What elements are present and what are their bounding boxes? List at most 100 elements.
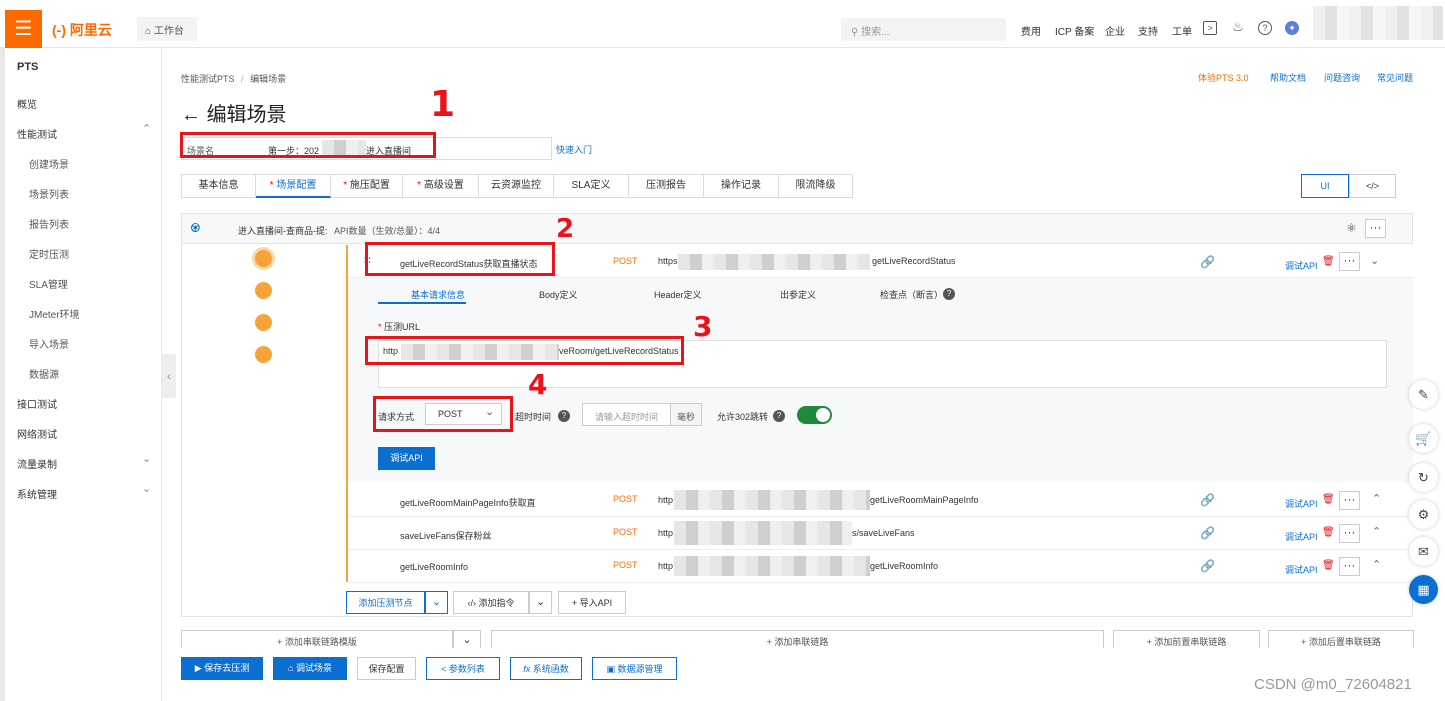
nav-support[interactable]: 支持: [1138, 23, 1158, 38]
sidebar-item-report-list[interactable]: 报告列表: [29, 216, 69, 231]
sidebar-item-import[interactable]: 导入场景: [29, 336, 69, 351]
debug-api-link[interactable]: 调试API: [1285, 259, 1318, 272]
link-icon[interactable]: 🔗: [1200, 255, 1215, 269]
help-icon[interactable]: ?: [943, 288, 955, 300]
chevron-down-icon[interactable]: ⌄: [529, 591, 552, 614]
redirect-toggle[interactable]: [797, 406, 832, 424]
tab-cloud-monitor[interactable]: 云资源监控: [479, 174, 554, 198]
tab-basic-info[interactable]: 基本信息: [181, 174, 256, 198]
nav-icp[interactable]: ICP 备案: [1055, 23, 1094, 38]
cart-icon[interactable]: 🛒: [1409, 424, 1438, 453]
sidebar-item-traffic[interactable]: 流量录制: [17, 456, 57, 471]
subtab-output[interactable]: 出参定义: [780, 288, 816, 301]
bell-icon[interactable]: ♨: [1231, 20, 1245, 35]
link-help-docs[interactable]: 帮助文档: [1270, 71, 1306, 84]
import-api-button[interactable]: + 导入API: [558, 591, 626, 614]
param-list-button[interactable]: < 参数列表: [426, 657, 500, 680]
help-icon[interactable]: ?: [1258, 21, 1272, 35]
sidebar-item-create-scene[interactable]: 创建场景: [29, 156, 69, 171]
link-icon[interactable]: 🔗: [1200, 559, 1215, 573]
subtab-basic-request[interactable]: 基本请求信息: [411, 288, 465, 301]
api-row[interactable]: getLiveRoomMainPageInfo获取直 POST http get…: [348, 484, 1413, 517]
node-dot[interactable]: [255, 250, 272, 267]
chain-more-button[interactable]: ···: [1365, 219, 1386, 238]
help-icon[interactable]: ?: [773, 410, 785, 422]
sidebar-item-scheduled[interactable]: 定时压测: [29, 246, 69, 261]
chevron-up-icon[interactable]: ⌃: [1372, 558, 1381, 571]
chevron-down-icon[interactable]: ⌄: [142, 482, 151, 495]
tab-ratelimit[interactable]: 限流降级: [779, 174, 853, 198]
sidebar-item-network-test[interactable]: 网络测试: [17, 426, 57, 441]
nav-ticket[interactable]: 工单: [1172, 23, 1192, 38]
debug-api-button[interactable]: 调试API: [378, 447, 435, 470]
sidebar-item-system[interactable]: 系统管理: [17, 486, 57, 501]
link-icon[interactable]: 🔗: [1200, 526, 1215, 540]
sync-icon[interactable]: ↻: [1409, 463, 1438, 492]
nav-fees[interactable]: 费用: [1021, 23, 1041, 38]
view-code-button[interactable]: </>: [1349, 174, 1396, 198]
nav-enterprise[interactable]: 企业: [1105, 23, 1125, 38]
tab-report[interactable]: 压测报告: [629, 174, 704, 198]
search-input[interactable]: ⚲ 搜索...: [841, 18, 1006, 41]
subtab-header[interactable]: Header定义: [654, 288, 702, 301]
breadcrumb-pts[interactable]: 性能测试PTS: [181, 74, 235, 84]
add-command-button[interactable]: ‹/› 添加指令: [453, 591, 529, 614]
debug-api-link[interactable]: 调试API: [1285, 563, 1318, 576]
datasource-button[interactable]: ▣ 数据源管理: [592, 657, 677, 680]
sidebar-item-sla[interactable]: SLA管理: [29, 276, 68, 291]
chevron-up-icon[interactable]: ⌃: [142, 122, 151, 135]
tab-sla[interactable]: SLA定义: [554, 174, 629, 198]
help-icon[interactable]: ?: [558, 410, 570, 422]
chevron-down-icon[interactable]: ⌄: [142, 452, 151, 465]
debug-api-link[interactable]: 调试API: [1285, 530, 1318, 543]
api-row[interactable]: saveLiveFans保存粉丝 POST http s/saveLiveFan…: [348, 517, 1413, 550]
edit-icon[interactable]: ✎: [1409, 380, 1438, 409]
link-faq[interactable]: 常见问题: [1377, 71, 1413, 84]
sidebar-item-overview[interactable]: 概览: [17, 96, 37, 111]
avatar-icon[interactable]: ✦: [1285, 21, 1299, 35]
tab-load-config[interactable]: * 施压配置: [331, 174, 403, 198]
hamburger-icon[interactable]: ☰: [5, 10, 42, 48]
trash-icon[interactable]: 🗑: [1322, 527, 1335, 538]
subtab-body[interactable]: Body定义: [539, 288, 578, 301]
terminal-icon[interactable]: >: [1203, 21, 1217, 35]
timeout-input[interactable]: 请输入超时时间: [582, 403, 671, 426]
collapse-sidebar-icon[interactable]: ‹: [162, 354, 176, 398]
apps-icon[interactable]: ▦: [1409, 575, 1438, 604]
tab-advanced[interactable]: * 高级设置: [403, 174, 479, 198]
sidebar-item-datasource[interactable]: 数据源: [29, 366, 59, 381]
palette-icon[interactable]: ⚛: [1346, 221, 1357, 235]
workbench-button[interactable]: ⌂ 工作台: [137, 17, 197, 41]
add-node-button[interactable]: 添加压测节点: [346, 591, 425, 614]
subtab-checkpoint[interactable]: 检查点（断言）: [880, 288, 943, 301]
save-config-button[interactable]: 保存配置: [357, 657, 416, 680]
tab-scene-config[interactable]: * 场景配置: [256, 174, 331, 198]
debug-scene-button[interactable]: ⌂ 调试场景: [273, 657, 347, 680]
node-dot[interactable]: [255, 346, 272, 363]
api-more-button[interactable]: ···: [1339, 491, 1360, 510]
chevron-down-icon[interactable]: ⌄: [1370, 254, 1379, 267]
api-more-button[interactable]: ···: [1339, 557, 1360, 576]
link-consult[interactable]: 问题咨询: [1324, 71, 1360, 84]
api-more-button[interactable]: ···: [1339, 524, 1360, 543]
chevron-down-icon[interactable]: ⌄: [425, 591, 448, 614]
link-icon[interactable]: 🔗: [1200, 493, 1215, 507]
aliyun-logo[interactable]: (-) 阿里云: [52, 20, 112, 40]
trash-icon[interactable]: 🗑: [1322, 560, 1335, 571]
sidebar-item-api-test[interactable]: 接口测试: [17, 396, 57, 411]
sidebar-item-perf-test[interactable]: 性能测试: [17, 126, 57, 141]
view-ui-button[interactable]: UI: [1301, 174, 1349, 198]
chevron-up-icon[interactable]: ⌃: [1372, 525, 1381, 538]
api-row[interactable]: getLiveRoomInfo POST http getLiveRoomInf…: [348, 550, 1413, 583]
gear-icon[interactable]: ⚙: [1409, 500, 1438, 529]
node-dot[interactable]: [255, 282, 272, 299]
save-and-run-button[interactable]: ▶ 保存去压测: [181, 657, 263, 680]
trash-icon[interactable]: 🗑: [1322, 494, 1335, 505]
system-function-button[interactable]: fx 系统函数: [510, 657, 582, 680]
tab-oplog[interactable]: 操作记录: [704, 174, 779, 198]
back-arrow-icon[interactable]: ←: [181, 104, 201, 126]
sidebar-item-jmeter[interactable]: JMeter环境: [29, 306, 80, 321]
trash-icon[interactable]: 🗑: [1322, 256, 1335, 267]
node-dot[interactable]: [255, 314, 272, 331]
link-pts3[interactable]: 体验PTS 3.0: [1198, 71, 1249, 84]
